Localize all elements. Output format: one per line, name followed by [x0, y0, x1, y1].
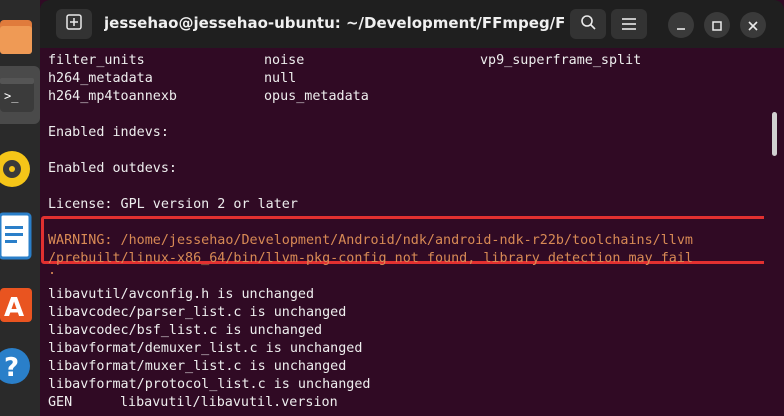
files-icon[interactable]: [0, 8, 40, 60]
output-line: libavcodec/bsf_list.c is unchanged: [48, 323, 323, 338]
output-line: libavcodec/parser_list.c is unchanged: [48, 305, 347, 320]
maximize-icon: [712, 16, 722, 35]
table-cell: opus_metadata: [264, 89, 369, 104]
warning-line: /prebuilt/linux-x86_64/bin/llvm-pkg-conf…: [48, 251, 693, 266]
svg-text:?: ?: [4, 353, 19, 383]
new-tab-icon: [66, 14, 82, 34]
output-line: filter_units noise vp9_superframe_split: [48, 52, 641, 70]
scrollbar-thumb[interactable]: [772, 112, 777, 156]
minimize-icon: [676, 16, 686, 35]
terminal-window: jessehao@jessehao-ubuntu: ~/Development/…: [40, 0, 784, 416]
output-line: libavformat/demuxer_list.c is unchanged: [48, 341, 363, 356]
terminal-icon[interactable]: >_: [0, 74, 40, 118]
window-title: jessehao@jessehao-ubuntu: ~/Development/…: [104, 14, 564, 32]
warning-line: WARNING: /home/jessehao/Development/Andr…: [48, 233, 693, 248]
maximize-button[interactable]: [704, 12, 730, 38]
help-icon[interactable]: ?: [0, 340, 40, 392]
table-cell: vp9_superframe_split: [480, 53, 642, 68]
software-center-icon[interactable]: A: [0, 276, 40, 328]
terminal-output[interactable]: filter_units noise vp9_superframe_split …: [40, 48, 764, 416]
output-line: libavutil/avconfig.h is unchanged: [48, 287, 315, 302]
table-cell: h264_mp4toannexb: [48, 89, 177, 104]
rhythmbox-icon[interactable]: [0, 144, 40, 194]
hamburger-menu-icon: [622, 15, 636, 34]
output-line: libavformat/protocol_list.c is unchanged: [48, 377, 371, 392]
titlebar: jessehao@jessehao-ubuntu: ~/Development/…: [40, 0, 784, 48]
license-line: License: GPL version 2 or later: [48, 197, 298, 212]
gen-label: GEN: [48, 395, 73, 410]
dock: >_ A ?: [0, 0, 40, 416]
warning-line: .: [48, 263, 57, 278]
output-line: GEN libavutil/libavutil.version: [48, 394, 338, 412]
svg-text:>_: >_: [4, 89, 19, 103]
output-line: h264_metadata null: [48, 70, 296, 88]
enabled-indevs-line: Enabled indevs:: [48, 125, 169, 140]
table-cell: h264_metadata: [48, 71, 153, 86]
gen-value: libavutil/libavutil.version: [120, 395, 338, 410]
new-tab-button[interactable]: [56, 9, 92, 39]
menu-button[interactable]: [611, 9, 647, 39]
close-button[interactable]: [740, 12, 766, 38]
search-icon: [580, 14, 596, 34]
table-cell: filter_units: [48, 53, 145, 68]
close-icon: [748, 16, 758, 35]
output-line: libavformat/muxer_list.c is unchanged: [48, 359, 347, 374]
svg-text:A: A: [4, 293, 24, 323]
table-cell: null: [264, 71, 297, 86]
search-button[interactable]: [570, 9, 606, 39]
minimize-button[interactable]: [668, 12, 694, 38]
libreoffice-writer-icon[interactable]: [0, 210, 40, 264]
table-cell: noise: [264, 53, 305, 68]
enabled-outdevs-line: Enabled outdevs:: [48, 161, 177, 176]
output-line: h264_mp4toannexb opus_metadata: [48, 88, 369, 106]
